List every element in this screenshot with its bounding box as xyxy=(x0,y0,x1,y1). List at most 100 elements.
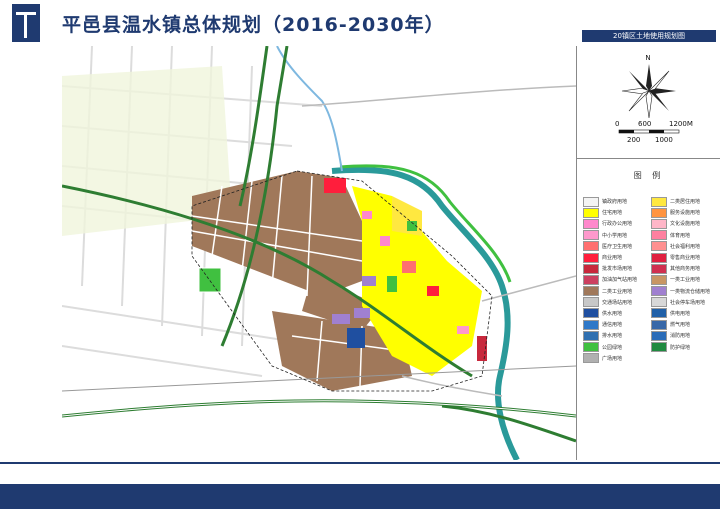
legend-label: 零售商业用地 xyxy=(670,255,701,262)
legend-item: 医疗卫生用地 xyxy=(583,241,637,252)
north-arrow-icon: N xyxy=(618,54,680,134)
scale-label-0: 0 xyxy=(615,120,620,128)
legend-label: 社会福利用地 xyxy=(670,243,701,250)
legend-item: 其他商务用地 xyxy=(651,263,710,274)
legend-swatch xyxy=(651,230,667,241)
legend-item: 防护绿地 xyxy=(651,341,710,353)
legend-label: 体育用地 xyxy=(670,232,691,239)
legend-label: 二类工业用地 xyxy=(602,288,633,295)
legend-item: 镇政府用地 xyxy=(583,196,637,207)
legend-swatch xyxy=(583,218,599,229)
legend-swatch xyxy=(583,274,599,285)
legend-swatch xyxy=(583,263,599,274)
legend-item: 商业用地 xyxy=(583,252,637,263)
map-canvas xyxy=(62,46,576,460)
legend-item: 供电用地 xyxy=(651,308,710,319)
legend-swatch xyxy=(583,297,599,308)
legend-swatch xyxy=(583,207,599,218)
legend-swatch xyxy=(583,230,599,241)
legend-item: 公园绿地 xyxy=(583,341,637,353)
legend-label: 商业用地 xyxy=(602,255,623,262)
north-label: N xyxy=(645,54,650,62)
legend-column-left: 镇政府用地住宅用地行政办公用地中小学用地医疗卫生用地 商业用地批发市场用地 加油加气… xyxy=(583,196,637,364)
legend-label: 排水用地 xyxy=(602,333,623,340)
legend-label: 燃气用地 xyxy=(670,322,691,329)
legend-label: 住宅用地 xyxy=(602,210,623,217)
page-title: 平邑县温水镇总体规划（2016-2030年） xyxy=(62,14,445,36)
logo-icon xyxy=(12,4,40,42)
legend-item: 文化设施用地 xyxy=(651,218,710,229)
legend-item: 行政办公用地 xyxy=(583,218,637,229)
legend-label: 交通场站用地 xyxy=(602,299,633,306)
legend-label: 一类物流仓储用地 xyxy=(670,288,711,295)
legend-label: 医疗卫生用地 xyxy=(602,243,633,250)
legend-item: 一类工业用地 xyxy=(651,274,710,285)
footer-bar xyxy=(0,484,720,509)
land-use-map xyxy=(62,46,576,460)
legend-item: 交通场站用地 xyxy=(583,297,637,308)
scale-label-1200: 1200M xyxy=(669,120,693,128)
legend-swatch xyxy=(651,218,667,229)
legend-swatch xyxy=(651,263,667,274)
scale-label-200: 200 xyxy=(627,136,641,144)
legend-swatch xyxy=(651,308,667,319)
legend-label: 广场用地 xyxy=(602,355,623,362)
legend-swatch xyxy=(651,342,667,353)
legend-item: 供水用地 xyxy=(583,308,637,319)
legend-label: 通信用地 xyxy=(602,322,623,329)
legend-item: 二类工业用地 xyxy=(583,286,637,297)
legend-label: 供水用地 xyxy=(602,310,623,317)
scale-label-600: 600 xyxy=(638,120,652,128)
scale-label-1000: 1000 xyxy=(655,136,673,144)
legend-label: 二类居住用地 xyxy=(670,199,701,206)
map-subtitle: 20镇区土地使用规划图 xyxy=(582,30,716,42)
legend-label: 镇政府用地 xyxy=(602,199,628,206)
compass-area: N 0 600 1200M 200 1000 xyxy=(577,46,720,159)
legend-swatch xyxy=(651,286,667,297)
legend-item: 批发市场用地 xyxy=(583,263,637,274)
legend-label: 加油加气站用地 xyxy=(602,277,638,284)
legend-item: 社会福利用地 xyxy=(651,241,710,252)
legend-swatch xyxy=(583,342,599,353)
legend-item: 广场用地 xyxy=(583,353,637,364)
legend-label: 服务设施用地 xyxy=(670,210,701,217)
legend-label: 其他商务用地 xyxy=(670,266,701,273)
legend-column-right: 二类居住用地 服务设施用地 文化设施用地 体育用地社会福利用地 零售商业用地 其他商务用地… xyxy=(651,196,710,353)
legend-swatch xyxy=(651,241,667,252)
legend-label: 行政办公用地 xyxy=(602,221,633,228)
legend-swatch xyxy=(583,330,599,341)
legend-item: 二类居住用地 xyxy=(651,196,710,207)
footer-rule xyxy=(0,462,720,464)
legend-item: 服务设施用地 xyxy=(651,207,710,218)
legend-swatch xyxy=(583,196,599,207)
legend-item: 体育用地 xyxy=(651,230,710,241)
legend-item: 社会停车场用地 xyxy=(651,297,710,308)
legend-item: 中小学用地 xyxy=(583,230,637,241)
legend-label: 一类工业用地 xyxy=(670,277,701,284)
legend-swatch xyxy=(583,241,599,252)
header: 平邑县温水镇总体规划（2016-2030年） 20镇区土地使用规划图 xyxy=(0,0,720,46)
legend-panel: N 0 600 1200M 200 1000 图 例 镇政府用地住宅用地行政办公… xyxy=(576,46,720,460)
legend-label: 防护绿地 xyxy=(670,344,691,351)
legend-title: 图 例 xyxy=(633,171,665,180)
legend-item: 一类物流仓储用地 xyxy=(651,286,710,297)
legend-item: 燃气用地 xyxy=(651,319,710,330)
legend-swatch xyxy=(583,252,599,263)
legend-label: 文化设施用地 xyxy=(670,221,701,228)
legend-swatch xyxy=(583,286,599,297)
legend-swatch xyxy=(583,353,599,364)
legend-swatch xyxy=(651,330,667,341)
legend-swatch xyxy=(583,319,599,330)
legend-swatch xyxy=(651,196,667,207)
legend-swatch xyxy=(651,319,667,330)
legend-swatch xyxy=(651,207,667,218)
legend-item: 零售商业用地 xyxy=(651,252,710,263)
legend-item: 排水用地 xyxy=(583,330,637,341)
legend-label: 批发市场用地 xyxy=(602,266,633,273)
legend-swatch xyxy=(651,297,667,308)
legend-swatch xyxy=(583,308,599,319)
legend-swatch xyxy=(651,252,667,263)
legend: 图 例 镇政府用地住宅用地行政办公用地中小学用地医疗卫生用地 商业用地批发市场用地… xyxy=(577,158,720,460)
legend-item: 通信用地 xyxy=(583,319,637,330)
legend-label: 供电用地 xyxy=(670,310,691,317)
